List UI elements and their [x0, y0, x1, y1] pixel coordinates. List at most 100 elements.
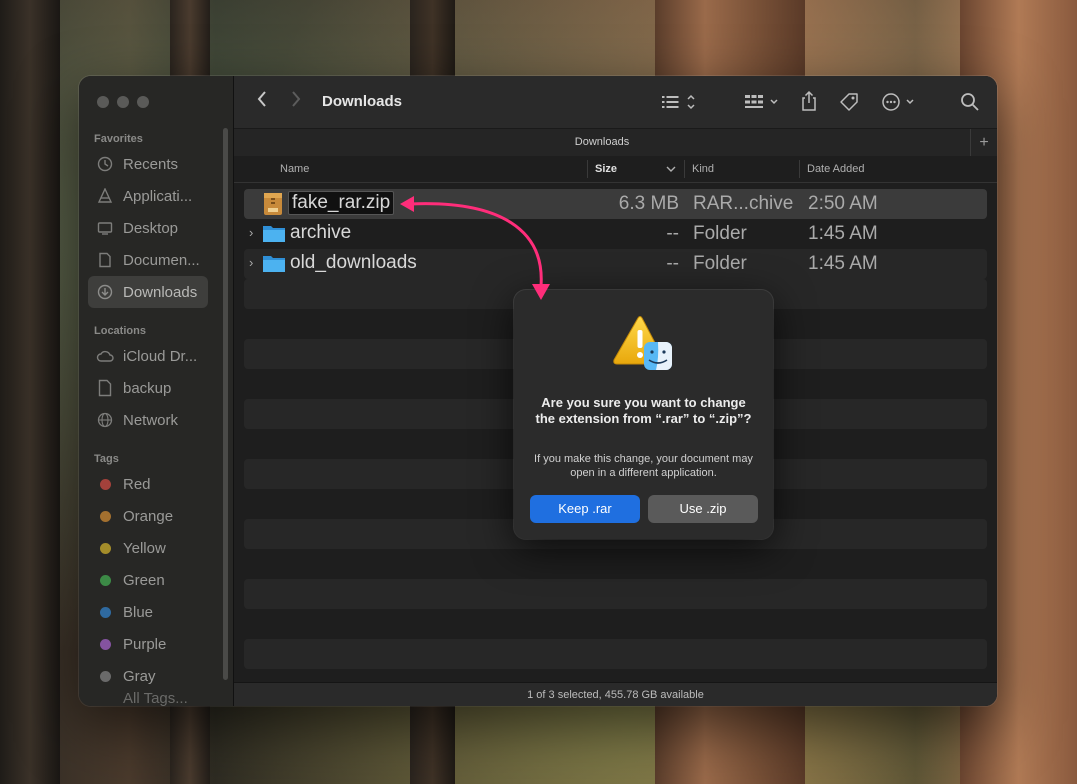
document-icon [96, 251, 114, 269]
sidebar-tag-green[interactable]: Green [88, 564, 208, 596]
minimize-window-button[interactable] [117, 96, 129, 108]
list-view-icon [662, 94, 695, 110]
tab-bar: Downloads + [234, 128, 997, 157]
sidebar-tag-purple[interactable]: Purple [88, 628, 208, 660]
sidebar-item-recents[interactable]: Recents [88, 148, 208, 180]
sidebar-item-label: Red [123, 475, 151, 493]
sidebar-item-label: Desktop [123, 219, 179, 237]
sidebar-item-label: Blue [123, 603, 154, 621]
window-controls [97, 96, 149, 108]
file-kind: Folder [693, 253, 747, 274]
sidebar-tag-yellow[interactable]: Yellow [88, 532, 208, 564]
zoom-window-button[interactable] [137, 96, 149, 108]
folder-icon [262, 222, 285, 245]
file-name-edit-field[interactable]: fake_rar.zip [288, 191, 395, 215]
file-kind: RAR...chive [693, 193, 794, 214]
sidebar-item-label: Applicati... [123, 187, 193, 205]
folder-icon [262, 252, 285, 275]
sidebar-tag-all[interactable]: All Tags... [88, 690, 208, 706]
tag-dot-icon [99, 606, 111, 618]
sidebar-tag-gray[interactable]: Gray [88, 660, 208, 692]
rename-extension-dialog: Are you sure you want to change the exte… [514, 290, 773, 539]
warning-icon [612, 314, 676, 379]
globe-icon [96, 411, 114, 429]
column-name[interactable]: Name [280, 163, 309, 175]
new-tab-button[interactable]: + [970, 129, 997, 157]
sidebar-item-label: backup [123, 379, 172, 397]
tab-downloads[interactable]: Downloads [234, 136, 970, 148]
chevron-left-icon [257, 91, 266, 107]
sidebar-item-documents[interactable]: Documen... [88, 244, 208, 276]
sidebar-item-downloads[interactable]: Downloads [88, 276, 208, 308]
table-row[interactable]: fake_rar.zip 6.3 MB RAR...chive 2:50 AM [244, 189, 987, 219]
sidebar-section-locations: Locations [94, 325, 146, 337]
ellipsis-circle-icon [882, 93, 914, 111]
share-icon [802, 90, 816, 111]
tag-dot-icon [99, 542, 111, 554]
table-row[interactable]: › archive -- Folder 1:45 AM [244, 219, 987, 249]
search-button[interactable] [960, 92, 980, 117]
sidebar-item-label: Orange [123, 507, 174, 525]
sidebar-item-label: Gray [123, 667, 156, 685]
back-button[interactable] [256, 90, 268, 113]
sidebar-item-network[interactable]: Network [88, 404, 208, 436]
sidebar-item-label: iCloud Dr... [123, 347, 198, 365]
tag-dot-icon [99, 670, 111, 682]
close-window-button[interactable] [97, 96, 109, 108]
file-size: -- [666, 253, 679, 274]
desktop-icon [96, 219, 114, 237]
clock-icon [96, 155, 114, 173]
sidebar-item-label: Green [123, 571, 165, 589]
sidebar-item-label: Purple [123, 635, 167, 653]
column-size[interactable]: Size [595, 163, 617, 175]
chevron-down-icon [666, 164, 676, 176]
sidebar-item-backup[interactable]: backup [88, 372, 208, 404]
file-size: 6.3 MB [618, 193, 679, 214]
share-button[interactable] [800, 90, 818, 117]
applications-icon [96, 187, 114, 205]
sidebar-item-label: Yellow [123, 539, 166, 557]
sidebar-item-desktop[interactable]: Desktop [88, 212, 208, 244]
column-kind[interactable]: Kind [692, 163, 714, 175]
group-button[interactable] [745, 93, 781, 116]
sidebar-tag-blue[interactable]: Blue [88, 596, 208, 628]
view-mode-button[interactable] [662, 93, 698, 116]
status-bar: 1 of 3 selected, 455.78 GB available [234, 682, 997, 706]
file-date: 2:50 AM [808, 193, 878, 214]
sidebar-scrollbar[interactable] [223, 128, 228, 680]
tag-dot-icon [99, 510, 111, 522]
file-name: archive [290, 222, 352, 243]
tag-button[interactable] [838, 91, 860, 118]
forward-button[interactable] [290, 90, 302, 113]
sidebar-section-tags: Tags [94, 453, 119, 465]
use-zip-button[interactable]: Use .zip [648, 495, 758, 523]
empty-row [244, 639, 987, 669]
file-date: 1:45 AM [808, 253, 878, 274]
tag-dot-icon [99, 478, 111, 490]
sidebar-item-label: Network [123, 411, 179, 429]
dialog-title: Are you sure you want to change the exte… [535, 395, 752, 426]
tag-icon [840, 93, 858, 111]
sidebar-item-icloud[interactable]: iCloud Dr... [88, 340, 208, 372]
sidebar-item-applications[interactable]: Applicati... [88, 180, 208, 212]
more-actions-button[interactable] [881, 92, 917, 117]
file-kind: Folder [693, 223, 747, 244]
window-title: Downloads [322, 93, 403, 110]
finder-icon [644, 342, 672, 370]
grid-icon [745, 95, 778, 108]
sidebar-tag-red[interactable]: Red [88, 468, 208, 500]
tag-dot-icon [99, 638, 111, 650]
sidebar-item-label: Documen... [123, 251, 200, 269]
cloud-icon [96, 347, 114, 365]
sidebar-item-label: Recents [123, 155, 179, 173]
column-date-added[interactable]: Date Added [807, 163, 865, 175]
file-icon [96, 379, 114, 397]
disclosure-chevron-icon[interactable]: › [249, 255, 253, 270]
file-size: -- [666, 223, 679, 244]
sidebar-tag-orange[interactable]: Orange [88, 500, 208, 532]
disclosure-chevron-icon[interactable]: › [249, 225, 253, 240]
sidebar: Favorites Recents Applicati... Desktop D… [79, 76, 234, 706]
keep-rar-button[interactable]: Keep .rar [530, 495, 640, 523]
empty-row [244, 579, 987, 609]
table-row[interactable]: › old_downloads -- Folder 1:45 AM [244, 249, 987, 279]
